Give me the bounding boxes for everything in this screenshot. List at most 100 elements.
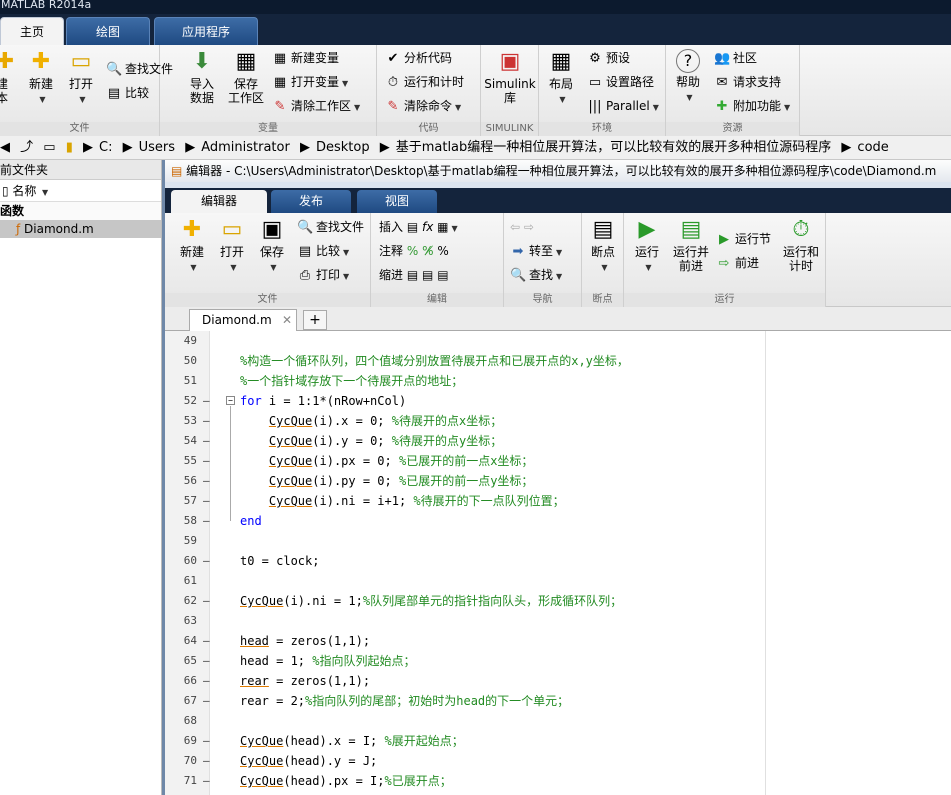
breakpoint-marker[interactable]: –: [203, 391, 211, 411]
editor-save-button[interactable]: ▣ 保存 ▼: [257, 217, 287, 275]
uncomment-icon[interactable]: %̸: [422, 244, 433, 258]
code-line[interactable]: CycQue(i).py = 0; %已展开的前一点y坐标；: [240, 471, 534, 491]
analyze-code-button[interactable]: ✔ 分析代码: [385, 48, 452, 68]
code-line[interactable]: CycQue(head).y = J;: [240, 751, 377, 771]
file-list-item[interactable]: ƒ Diamond.m: [0, 220, 161, 238]
back-icon[interactable]: ⇦: [510, 220, 520, 234]
open-variable-button[interactable]: ▦ 打开变量 ▼: [272, 72, 348, 92]
back-icon[interactable]: ◀: [0, 140, 10, 155]
run-advance-button[interactable]: ▤ 运行并 前进: [670, 217, 712, 273]
breakpoint-marker[interactable]: –: [203, 691, 211, 711]
breakpoint-marker[interactable]: –: [203, 451, 211, 471]
close-icon[interactable]: ✕: [282, 310, 292, 330]
tab-view[interactable]: 视图: [357, 190, 437, 213]
breakpoints-button[interactable]: ▤ 断点 ▼: [586, 217, 620, 275]
editor-print-button[interactable]: ⎙ 打印 ▼: [297, 265, 349, 285]
advance-button[interactable]: ⇨ 前进: [716, 253, 759, 273]
new-script-button[interactable]: ✚ 建 本: [0, 49, 14, 105]
compare-button[interactable]: ▤ 比较: [106, 83, 149, 103]
comment-button[interactable]: 注释 % %̸ %: [379, 241, 449, 261]
editor-find-files-button[interactable]: 🔍 查找文件: [297, 217, 364, 237]
code-line[interactable]: CycQue(i).px = 0; %已展开的前一点x坐标；: [240, 451, 534, 471]
code-line[interactable]: %构造一个循环队列，四个值域分别放置待展开点和已展开点的x,y坐标，: [240, 351, 629, 371]
code-line[interactable]: CycQue(head).px = I;%已展开点；: [240, 771, 452, 791]
browse-folder-icon[interactable]: ▭: [43, 140, 55, 155]
breakpoint-marker[interactable]: –: [203, 431, 211, 451]
code-area[interactable]: 49 50 %构造一个循环队列，四个值域分别放置待展开点和已展开点的x,y坐标， 51…: [165, 331, 951, 795]
tab-editor[interactable]: 编辑器: [171, 190, 267, 213]
editor-new-button[interactable]: ✚ 新建 ▼: [177, 217, 207, 275]
up-folder-icon[interactable]: ⤴: [20, 140, 33, 155]
breakpoint-marker[interactable]: –: [203, 471, 211, 491]
code-line[interactable]: CycQue(i).ni = i+1; %待展开的下一点队列位置；: [240, 491, 565, 511]
set-path-button[interactable]: ▭ 设置路径: [587, 72, 654, 92]
add-ons-button[interactable]: ✚ 附加功能 ▼: [714, 96, 791, 116]
breakpoint-marker[interactable]: –: [203, 411, 211, 431]
code-line[interactable]: rear = 2;%指向队列的尾部；初始时为head的下一个单元；: [240, 691, 569, 711]
tab-apps[interactable]: 应用程序: [154, 17, 258, 45]
breadcrumb-desktop[interactable]: Desktop: [316, 140, 370, 155]
document-tab-diamond[interactable]: Diamond.m ✕: [189, 309, 297, 331]
code-line[interactable]: CycQue(head).x = I; %展开起始点；: [240, 731, 464, 751]
breakpoint-marker[interactable]: –: [203, 631, 211, 651]
editor-compare-button[interactable]: ▤ 比较 ▼: [297, 241, 349, 261]
insert-button[interactable]: 插入 ▤ fx ▦ ▼: [379, 217, 458, 237]
nav-back-forward[interactable]: ⇦ ⇨: [510, 217, 534, 237]
breakpoint-marker[interactable]: –: [203, 511, 211, 531]
breakpoint-marker[interactable]: –: [203, 591, 211, 611]
breadcrumb-drive[interactable]: C:: [99, 140, 112, 155]
wrap-comment-icon[interactable]: %: [437, 244, 448, 258]
goto-button[interactable]: ➡ 转至 ▼: [510, 241, 563, 261]
breakpoint-marker[interactable]: –: [203, 751, 211, 771]
code-line[interactable]: for i = 1:1*(nRow+nCol): [240, 391, 406, 411]
request-support-button[interactable]: ✉ 请求支持: [714, 72, 781, 92]
parallel-button[interactable]: ||| Parallel ▼: [587, 96, 658, 116]
breadcrumb-project[interactable]: 基于matlab编程一种相位展开算法，可以比较有效的展开多种相位源码程序: [396, 140, 832, 155]
new-variable-button[interactable]: ▦ 新建变量: [272, 48, 339, 68]
code-line[interactable]: CycQue(i).y = 0; %待展开的点y坐标；: [240, 431, 502, 451]
preferences-button[interactable]: ⚙ 预设: [587, 48, 630, 68]
new-tab-button[interactable]: +: [303, 310, 327, 330]
name-column-header[interactable]: ▯ 名称 ▼: [0, 180, 161, 202]
breakpoint-marker[interactable]: –: [203, 491, 211, 511]
run-section-button[interactable]: ▶ 运行节: [716, 229, 771, 249]
clear-commands-button[interactable]: ✎ 清除命令 ▼: [385, 96, 462, 116]
indent-button[interactable]: 缩进 ▤ ▤ ▤: [379, 265, 449, 285]
run-and-time-editor-button[interactable]: ⏱ 运行和 计时: [780, 217, 822, 273]
decrease-indent-icon[interactable]: ▤: [437, 268, 448, 282]
breadcrumb-users[interactable]: Users: [139, 140, 175, 155]
code-line[interactable]: CycQue(i).ni = 1;%队列尾部单元的指针指向队头，形成循环队列；: [240, 591, 622, 611]
community-button[interactable]: 👥 社区: [714, 48, 757, 68]
clear-workspace-button[interactable]: ✎ 清除工作区 ▼: [272, 96, 361, 116]
editor-open-button[interactable]: ▭ 打开 ▼: [217, 217, 247, 275]
forward-icon[interactable]: ⇨: [524, 220, 534, 234]
layout-button[interactable]: ▦ 布局 ▼: [545, 49, 577, 107]
breakpoint-marker[interactable]: –: [203, 731, 211, 751]
tab-home[interactable]: 主页: [0, 17, 64, 45]
breakpoint-marker[interactable]: –: [203, 771, 211, 791]
find-button[interactable]: 🔍 查找 ▼: [510, 265, 562, 285]
fold-toggle-icon[interactable]: −: [226, 396, 235, 405]
fx-button[interactable]: fx: [422, 220, 433, 234]
breakpoint-marker[interactable]: –: [203, 551, 211, 571]
breakpoint-marker[interactable]: –: [203, 651, 211, 671]
breadcrumb-administrator[interactable]: Administrator: [201, 140, 290, 155]
save-workspace-button[interactable]: ▦ 保存 工作区: [226, 49, 266, 105]
run-button[interactable]: ▶ 运行 ▼: [630, 217, 664, 275]
code-line[interactable]: %一个指针域存放下一个待展开点的地址；: [240, 371, 463, 391]
help-button[interactable]: ? 帮助 ▼: [672, 49, 704, 105]
fx-insert-icon[interactable]: ▦: [437, 220, 448, 234]
code-line[interactable]: head = 1; %指向队列起始点；: [240, 651, 415, 671]
code-line[interactable]: head = zeros(1,1);: [240, 631, 370, 651]
run-and-time-button[interactable]: ⏱ 运行和计时: [385, 72, 464, 92]
code-line[interactable]: CycQue(i).x = 0; %待展开的点x坐标；: [240, 411, 502, 431]
code-line[interactable]: t0 = clock;: [240, 551, 319, 571]
code-line[interactable]: end: [240, 511, 262, 531]
breadcrumb-code[interactable]: code: [857, 140, 888, 155]
tab-publish[interactable]: 发布: [271, 190, 351, 213]
simulink-library-button[interactable]: ▣ Simulink 库: [483, 49, 537, 105]
smart-indent-icon[interactable]: ▤: [407, 268, 418, 282]
code-line[interactable]: rear = zeros(1,1);: [240, 671, 370, 691]
increase-indent-icon[interactable]: ▤: [422, 268, 433, 282]
import-data-button[interactable]: ⬇ 导入 数据: [186, 49, 218, 105]
